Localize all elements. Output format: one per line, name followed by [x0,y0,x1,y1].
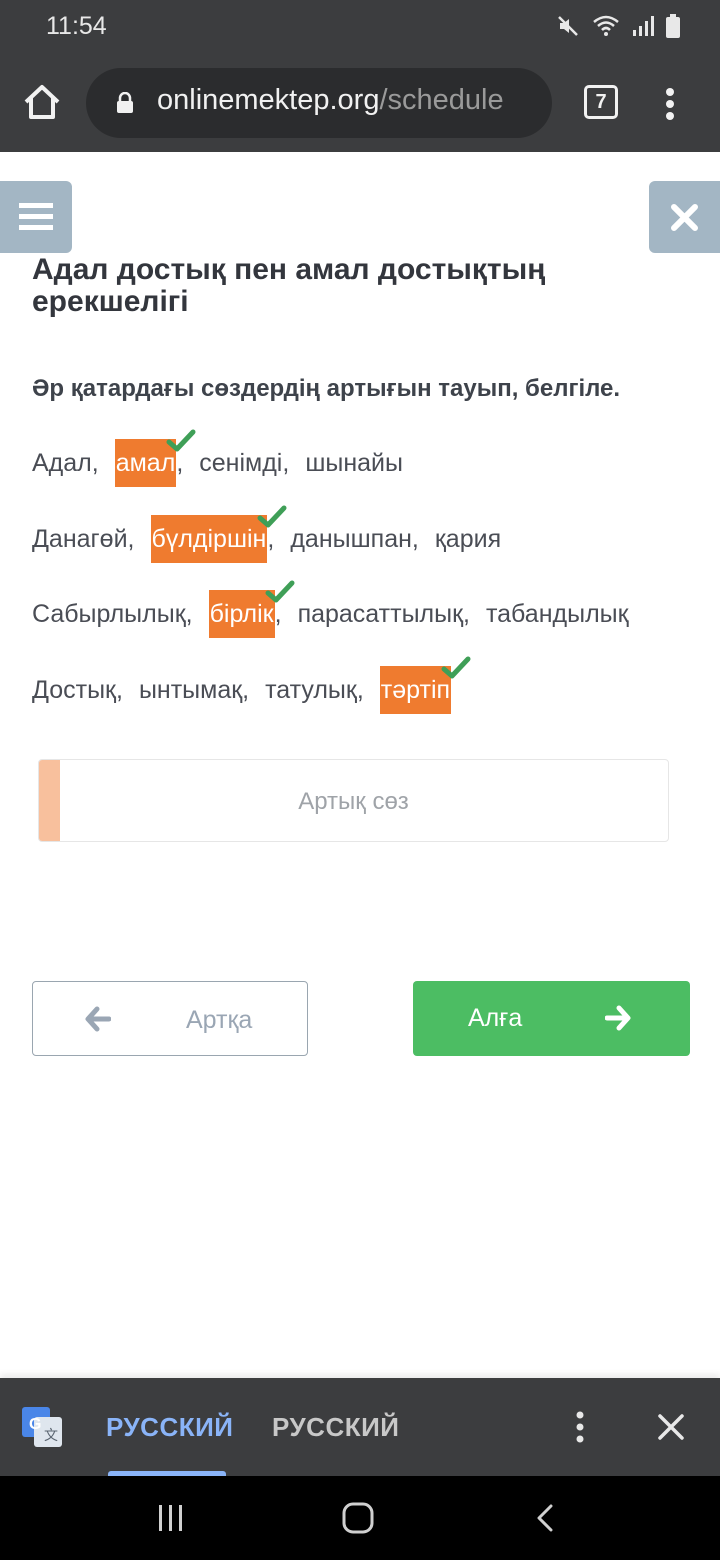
check-icon [265,580,295,603]
word-option[interactable]: парасаттылық [298,590,463,638]
word-option[interactable]: табандылық [486,590,629,638]
arrow-right-icon [605,1005,631,1031]
address-bar[interactable]: onlinemektep.org/schedule [86,68,552,138]
close-button[interactable] [649,181,720,253]
more-vert-icon[interactable] [660,84,680,124]
tab-switcher-button[interactable]: 7 [584,85,618,119]
close-icon [671,204,698,231]
word-option[interactable]: Адал [32,439,92,487]
answer-placeholder: Артық сөз [298,788,409,815]
url-path: /schedule [379,84,504,116]
signal-icon [633,16,654,36]
google-translate-icon[interactable]: G 文 [22,1407,62,1447]
word-option[interactable]: қария [435,515,501,563]
recent-apps-icon[interactable] [157,1504,185,1532]
word-option[interactable]: сенімді [199,439,282,487]
close-icon[interactable] [656,1412,686,1442]
word-row: Сабырлылық, бірлік , парасаттылық, табан… [32,580,629,638]
svg-text:G: G [29,1416,41,1433]
hamburger-icon [19,203,53,230]
status-time: 11:54 [46,12,107,40]
browser-toolbar: onlinemektep.org/schedule 7 [0,54,720,152]
word-option-selected[interactable]: бүлдіршін [150,505,287,563]
check-icon [166,429,196,452]
word-label: бүлдіршін [151,525,267,553]
next-button-label: Алға [468,1004,523,1032]
mute-icon [558,16,578,36]
word-label: амал [115,449,176,477]
page-title: Адал достық пен амал достықтың ерекшеліг… [32,253,546,318]
word-option[interactable]: Данагөй [32,515,128,563]
word-option-selected[interactable]: бірлік [208,580,295,638]
home-icon[interactable] [22,82,62,122]
url-host: onlinemektep.org [157,84,380,116]
word-option[interactable]: данышпан [290,515,412,563]
word-row: Данагөй, бүлдіршін , данышпан, қария [32,505,501,563]
status-bar: 11:54 [0,0,720,54]
word-option[interactable]: Сабырлылық [32,590,186,638]
word-label: тәртіп [380,676,451,704]
arrow-left-icon [85,1006,111,1032]
word-option-selected[interactable]: амал [114,429,196,487]
wifi-icon [593,15,619,36]
system-nav-bar [0,1476,720,1560]
word-option-selected[interactable]: тәртіп [379,656,471,714]
more-vert-icon[interactable] [570,1408,590,1448]
menu-button[interactable] [0,181,72,253]
translate-bar: G 文 РУССКИЙ РУССКИЙ [0,1378,720,1476]
word-option[interactable]: татулық [265,666,357,714]
back-button-label: Артқа [186,1006,253,1034]
word-option[interactable]: шынайы [305,439,403,487]
word-option[interactable]: Достық [32,666,116,714]
check-icon [257,505,287,528]
back-button[interactable]: Артқа [32,981,308,1056]
word-row: Адал, амал , сенімді, шынайы [32,429,403,487]
battery-icon [666,14,680,38]
answer-drop-zone[interactable]: Артық сөз [38,759,669,842]
status-icons [556,14,680,38]
next-button[interactable]: Алға [413,981,690,1056]
tab-target-language[interactable]: РУССКИЙ [272,1412,399,1443]
url-text: onlinemektep.org/schedule [157,84,504,117]
lock-icon [117,92,133,113]
task-instruction: Әр қатардағы сөздердің артығын тауып, бе… [32,375,621,402]
word-row: Достық, ынтымақ, татулық, тәртіп [32,656,471,714]
word-option[interactable]: ынтымақ [139,666,242,714]
tab-source-language[interactable]: РУССКИЙ [106,1412,233,1443]
home-nav-icon[interactable] [342,1502,374,1534]
svg-text:文: 文 [44,1427,58,1443]
check-icon [441,656,471,679]
back-nav-icon[interactable] [534,1503,556,1533]
word-label: бірлік [209,600,274,628]
